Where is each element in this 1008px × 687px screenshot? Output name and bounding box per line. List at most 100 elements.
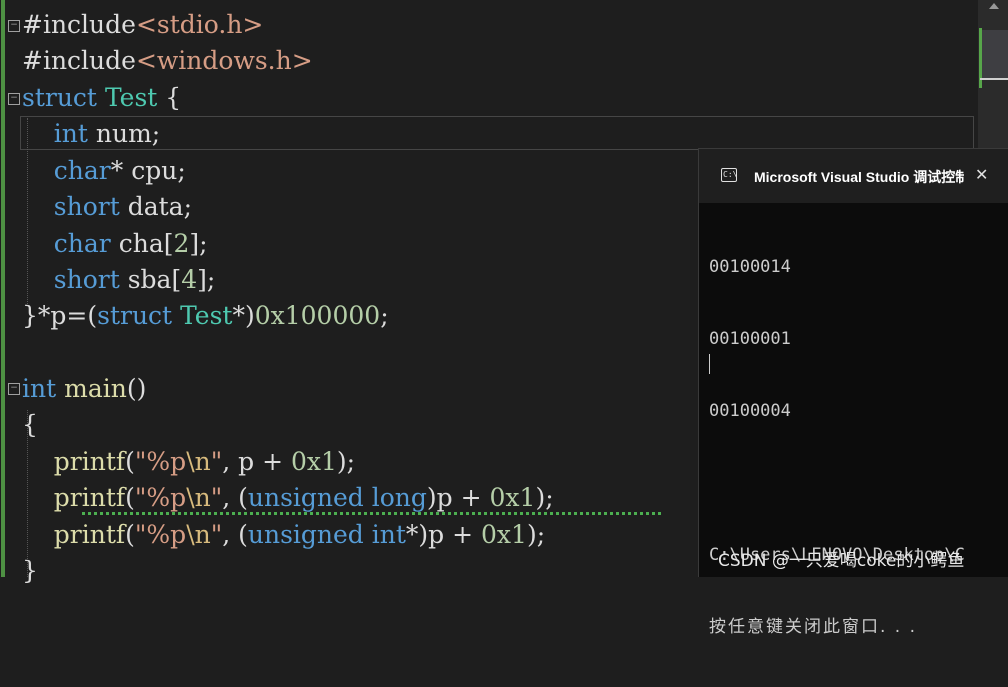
- code-token: {: [22, 410, 38, 439]
- code-token: 0x1: [481, 520, 527, 549]
- code-token: int: [53, 119, 88, 148]
- code-token: (: [125, 520, 135, 549]
- code-token: struct: [97, 301, 173, 330]
- code-token: num;: [87, 119, 161, 148]
- code-token: struct: [22, 83, 97, 112]
- code-line[interactable]: short data;: [22, 189, 192, 225]
- code-token: 2: [173, 229, 190, 258]
- code-token: (: [125, 483, 135, 512]
- code-token: , (: [222, 520, 248, 549]
- code-line[interactable]: }*p=(struct Test*)0x100000;: [22, 298, 389, 334]
- code-token: );: [535, 483, 554, 512]
- console-tab[interactable]: C:\ Microsoft Visual Studio 调试控制台 ✕: [699, 149, 1008, 203]
- code-token: 0x100000: [254, 301, 381, 330]
- debug-console-window[interactable]: C:\ Microsoft Visual Studio 调试控制台 ✕ 0010…: [698, 148, 1008, 637]
- warning-squiggle: [82, 512, 662, 515]
- console-title: Microsoft Visual Studio 调试控制台: [754, 169, 964, 185]
- code-token: }*p=(: [22, 301, 98, 330]
- code-token: 0x1: [290, 447, 337, 476]
- code-token: Test: [104, 83, 158, 112]
- code-token: <stdio.h>: [135, 10, 264, 39]
- code-line[interactable]: #include<stdio.h>: [22, 7, 263, 43]
- code-token: "%p: [134, 520, 187, 549]
- code-token: \n: [186, 447, 211, 476]
- code-token: , p +: [222, 447, 291, 476]
- code-token: char: [53, 156, 111, 185]
- code-line[interactable]: {: [22, 407, 38, 443]
- code-line[interactable]: #include<windows.h>: [22, 43, 313, 79]
- console-caret: [709, 354, 710, 374]
- code-line[interactable]: int num;: [22, 116, 160, 152]
- fold-toggle[interactable]: −: [8, 93, 20, 105]
- code-token: #include: [22, 46, 136, 75]
- code-token: unsigned int: [247, 520, 406, 549]
- console-output-line: 00100004: [709, 401, 791, 421]
- code-line[interactable]: char* cpu;: [22, 153, 186, 189]
- code-line[interactable]: char cha[2];: [22, 226, 208, 262]
- code-line[interactable]: struct Test {: [22, 80, 181, 116]
- console-prompt: 按任意键关闭此窗口. . .: [709, 617, 918, 637]
- code-token: unsigned long: [247, 483, 427, 512]
- close-icon[interactable]: ✕: [975, 165, 988, 184]
- fold-toggle[interactable]: −: [8, 383, 20, 395]
- code-token: <windows.h>: [135, 46, 313, 75]
- code-token: ": [210, 520, 223, 549]
- code-token: printf: [53, 447, 126, 476]
- code-token: (): [126, 374, 147, 403]
- code-token: 4: [181, 265, 198, 294]
- current-line-highlight: [20, 116, 974, 150]
- code-line[interactable]: short sba[4];: [22, 262, 216, 298]
- watermark: CSDN @一只爱喝coke的小鳄鱼: [718, 551, 965, 571]
- code-token: int: [22, 374, 57, 403]
- console-output: 00100014 00100001 00100004 ​ C:\Users\LE…: [709, 207, 1008, 687]
- code-token: cha[: [110, 229, 174, 258]
- console-window-icon: C:\: [721, 168, 737, 182]
- code-token: ];: [189, 229, 208, 258]
- code-line[interactable]: int main(): [22, 371, 146, 407]
- code-token: #include: [22, 10, 136, 39]
- code-token: short: [53, 265, 120, 294]
- code-token: 0x1: [489, 483, 536, 512]
- code-token: data;: [119, 192, 193, 221]
- code-token: ": [210, 447, 223, 476]
- code-token: )p +: [426, 483, 490, 512]
- code-token: short: [53, 192, 120, 221]
- code-token: , (: [222, 483, 248, 512]
- code-token: ": [210, 483, 223, 512]
- code-line[interactable]: printf("%p\n", p + 0x1);: [22, 444, 355, 480]
- code-token: }: [22, 556, 38, 585]
- code-token: ];: [197, 265, 216, 294]
- code-token: * cpu;: [110, 156, 186, 185]
- code-token: Test: [180, 301, 233, 330]
- code-token: sba[: [119, 265, 182, 294]
- code-line[interactable]: printf("%p\n", (unsigned int*)p + 0x1);: [22, 517, 545, 553]
- scroll-caret-marker: [980, 78, 1008, 80]
- code-token: );: [526, 520, 546, 549]
- code-token: main: [64, 374, 127, 403]
- code-token: "%p: [134, 447, 187, 476]
- fold-toggle[interactable]: −: [8, 20, 20, 32]
- code-token: *)p +: [405, 520, 482, 549]
- console-output-line: 00100014: [709, 257, 791, 277]
- code-line[interactable]: }: [22, 553, 38, 589]
- console-output-line: ​: [709, 471, 1008, 495]
- scroll-thumb[interactable]: [980, 30, 1008, 78]
- scroll-up-icon[interactable]: [989, 3, 999, 9]
- change-indicator-bar: [1, 0, 5, 577]
- code-token: *): [232, 301, 255, 330]
- code-line[interactable]: printf("%p\n", (unsigned long)p + 0x1);: [22, 480, 554, 516]
- code-token: char: [53, 229, 111, 258]
- code-token: (: [125, 447, 135, 476]
- code-token: printf: [53, 483, 126, 512]
